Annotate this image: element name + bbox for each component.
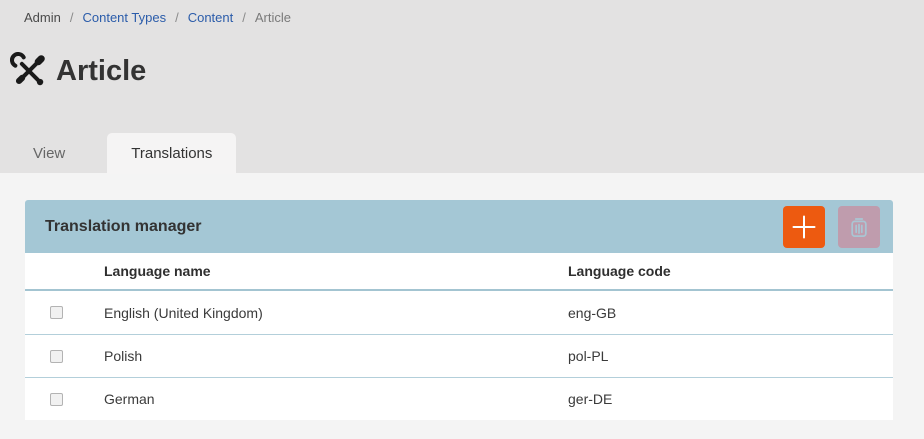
breadcrumb-separator: / bbox=[70, 10, 74, 25]
tab-translations-label: Translations bbox=[131, 145, 212, 162]
breadcrumb: Admin / Content Types / Content / Articl… bbox=[24, 10, 291, 25]
delete-translation-button[interactable] bbox=[838, 206, 880, 248]
row-checkbox-eng-gb[interactable] bbox=[50, 306, 63, 319]
language-code-cell: eng-GB bbox=[568, 305, 893, 321]
breadcrumb-link-content[interactable]: Content bbox=[188, 10, 234, 25]
breadcrumb-separator: / bbox=[242, 10, 246, 25]
language-code-cell: pol-PL bbox=[568, 348, 893, 364]
row-checkbox-pol-pl[interactable] bbox=[50, 350, 63, 363]
panel-title: Translation manager bbox=[45, 218, 202, 236]
tab-translations[interactable]: Translations bbox=[107, 133, 236, 174]
tools-icon bbox=[10, 52, 48, 90]
tab-view-label: View bbox=[33, 145, 65, 162]
breadcrumb-separator: / bbox=[175, 10, 179, 25]
table-row: Polish pol-PL bbox=[25, 334, 893, 377]
table-header-row: Language name Language code bbox=[25, 253, 893, 291]
language-name-cell: Polish bbox=[104, 348, 568, 364]
language-name-cell: English (United Kingdom) bbox=[104, 305, 568, 321]
tab-bar: View Translations bbox=[0, 133, 236, 174]
panel-actions bbox=[783, 206, 880, 248]
tab-view[interactable]: View bbox=[9, 133, 89, 174]
trash-icon bbox=[846, 214, 872, 240]
translations-table: Language name Language code English (Uni… bbox=[25, 253, 893, 420]
translation-manager-panel: Translation manager bbox=[25, 200, 893, 420]
table-row: English (United Kingdom) eng-GB bbox=[25, 291, 893, 334]
breadcrumb-item-admin: Admin bbox=[24, 10, 61, 25]
page-title: Article bbox=[56, 52, 146, 90]
breadcrumb-item-article: Article bbox=[255, 10, 291, 25]
page-title-row: Article bbox=[10, 52, 146, 90]
language-name-cell: German bbox=[104, 391, 568, 407]
plus-icon bbox=[792, 215, 816, 239]
column-header-language-name: Language name bbox=[104, 263, 568, 279]
column-header-language-code: Language code bbox=[568, 263, 893, 279]
row-checkbox-ger-de[interactable] bbox=[50, 393, 63, 406]
panel-header: Translation manager bbox=[25, 200, 893, 253]
table-row: German ger-DE bbox=[25, 377, 893, 420]
language-code-cell: ger-DE bbox=[568, 391, 893, 407]
add-translation-button[interactable] bbox=[783, 206, 825, 248]
breadcrumb-link-content-types[interactable]: Content Types bbox=[82, 10, 166, 25]
